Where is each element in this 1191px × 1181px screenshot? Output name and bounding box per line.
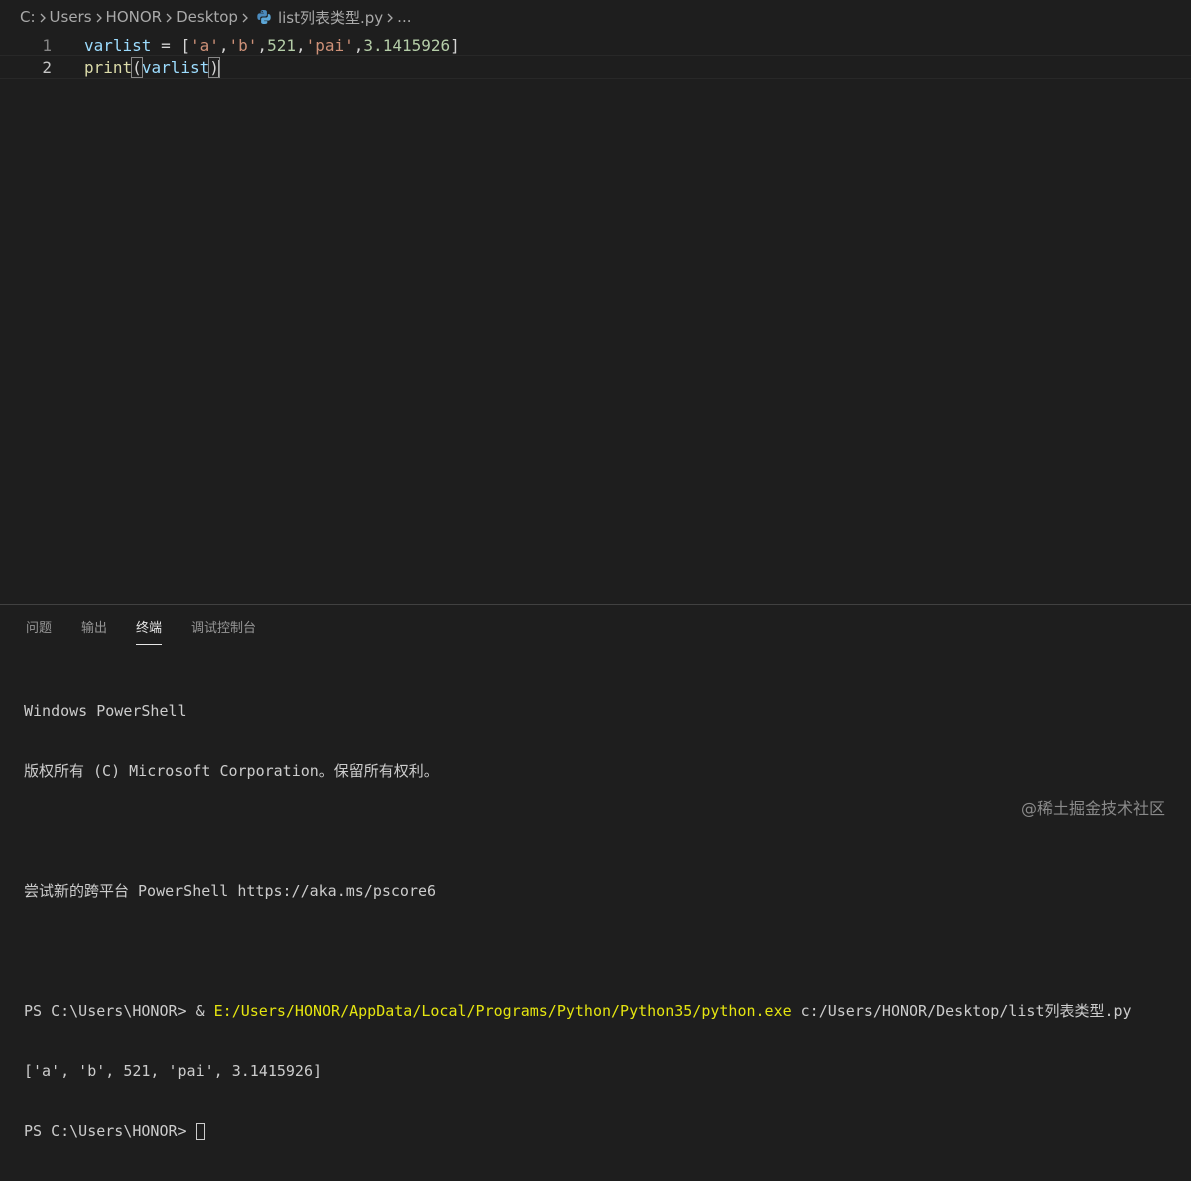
token-variable: varlist bbox=[84, 36, 152, 55]
token-variable: varlist bbox=[141, 58, 210, 77]
token-comma: , bbox=[257, 36, 268, 55]
code-editor[interactable]: 1 varlist = ['a','b',521,'pai',3.1415926… bbox=[0, 34, 1191, 604]
token-string: 'b' bbox=[228, 36, 258, 55]
chevron-right-icon bbox=[36, 8, 50, 26]
breadcrumb-file[interactable]: list列表类型.py bbox=[278, 7, 383, 28]
breadcrumb-drive[interactable]: C: bbox=[20, 8, 36, 26]
token-operator: = [ bbox=[151, 36, 190, 55]
token-number: 3.1415926 bbox=[363, 36, 451, 55]
breadcrumb-users[interactable]: Users bbox=[50, 8, 92, 26]
token-comma: , bbox=[353, 36, 364, 55]
watermark: @稀土掘金技术社区 bbox=[1020, 799, 1165, 818]
token-number: 521 bbox=[267, 36, 296, 55]
tab-problems[interactable]: 问题 bbox=[26, 617, 52, 645]
terminal-prompt-line: PS C:\Users\HONOR> bbox=[24, 1121, 1184, 1141]
terminal-line: 尝试新的跨平台 PowerShell https://aka.ms/pscore… bbox=[24, 882, 437, 900]
token-function: print bbox=[84, 58, 133, 77]
token-paren-open: ( bbox=[131, 57, 143, 78]
breadcrumb-honor[interactable]: HONOR bbox=[106, 8, 163, 26]
terminal-script-path: c:/Users/HONOR/Desktop/list列表类型.py bbox=[791, 1002, 1132, 1020]
terminal-prompt: PS C:\Users\HONOR> bbox=[24, 1002, 196, 1020]
code-text[interactable]: print(varlist) bbox=[84, 56, 220, 80]
code-line-current[interactable]: 2 print(varlist) bbox=[0, 55, 1191, 79]
token-string: 'pai' bbox=[305, 36, 354, 55]
bottom-panel: 问题 输出 终端 调试控制台 Windows PowerShell 版权所有 (… bbox=[0, 604, 1191, 1140]
chevron-right-icon bbox=[162, 8, 176, 26]
terminal-line: 版权所有 (C) Microsoft Corporation。保留所有权利。 bbox=[24, 762, 439, 780]
chevron-right-icon bbox=[238, 8, 252, 26]
token-string: 'a' bbox=[189, 36, 219, 55]
breadcrumb-more[interactable]: ... bbox=[397, 8, 411, 26]
breadcrumb-desktop[interactable]: Desktop bbox=[176, 8, 238, 26]
tab-terminal[interactable]: 终端 bbox=[136, 617, 163, 645]
chevron-right-icon bbox=[92, 8, 106, 26]
token-bracket: ] bbox=[450, 36, 460, 55]
line-number: 2 bbox=[42, 58, 52, 77]
token-comma: , bbox=[218, 36, 229, 55]
python-icon bbox=[256, 9, 274, 25]
terminal-cursor bbox=[195, 1123, 205, 1140]
panel-tabs: 问题 输出 终端 调试控制台 bbox=[26, 617, 285, 645]
tab-output[interactable]: 输出 bbox=[81, 617, 107, 645]
terminal-amp: & bbox=[195, 1002, 214, 1020]
text-cursor bbox=[217, 59, 220, 78]
terminal-command-line: PS C:\Users\HONOR> & E:/Users/HONOR/AppD… bbox=[24, 1001, 1184, 1021]
chevron-right-icon bbox=[383, 8, 397, 26]
terminal-output: ['a', 'b', 521, 'pai', 3.1415926] bbox=[24, 1062, 323, 1080]
terminal[interactable]: Windows PowerShell 版权所有 (C) Microsoft Co… bbox=[24, 661, 1184, 1181]
terminal-exe-path: E:/Users/HONOR/AppData/Local/Programs/Py… bbox=[213, 1002, 792, 1020]
breadcrumb: C: Users HONOR Desktop list列表类型.py ... bbox=[0, 0, 1191, 34]
tab-debug-console[interactable]: 调试控制台 bbox=[191, 617, 256, 645]
terminal-line: Windows PowerShell bbox=[24, 702, 187, 720]
terminal-prompt: PS C:\Users\HONOR> bbox=[24, 1122, 196, 1140]
token-comma: , bbox=[295, 36, 306, 55]
